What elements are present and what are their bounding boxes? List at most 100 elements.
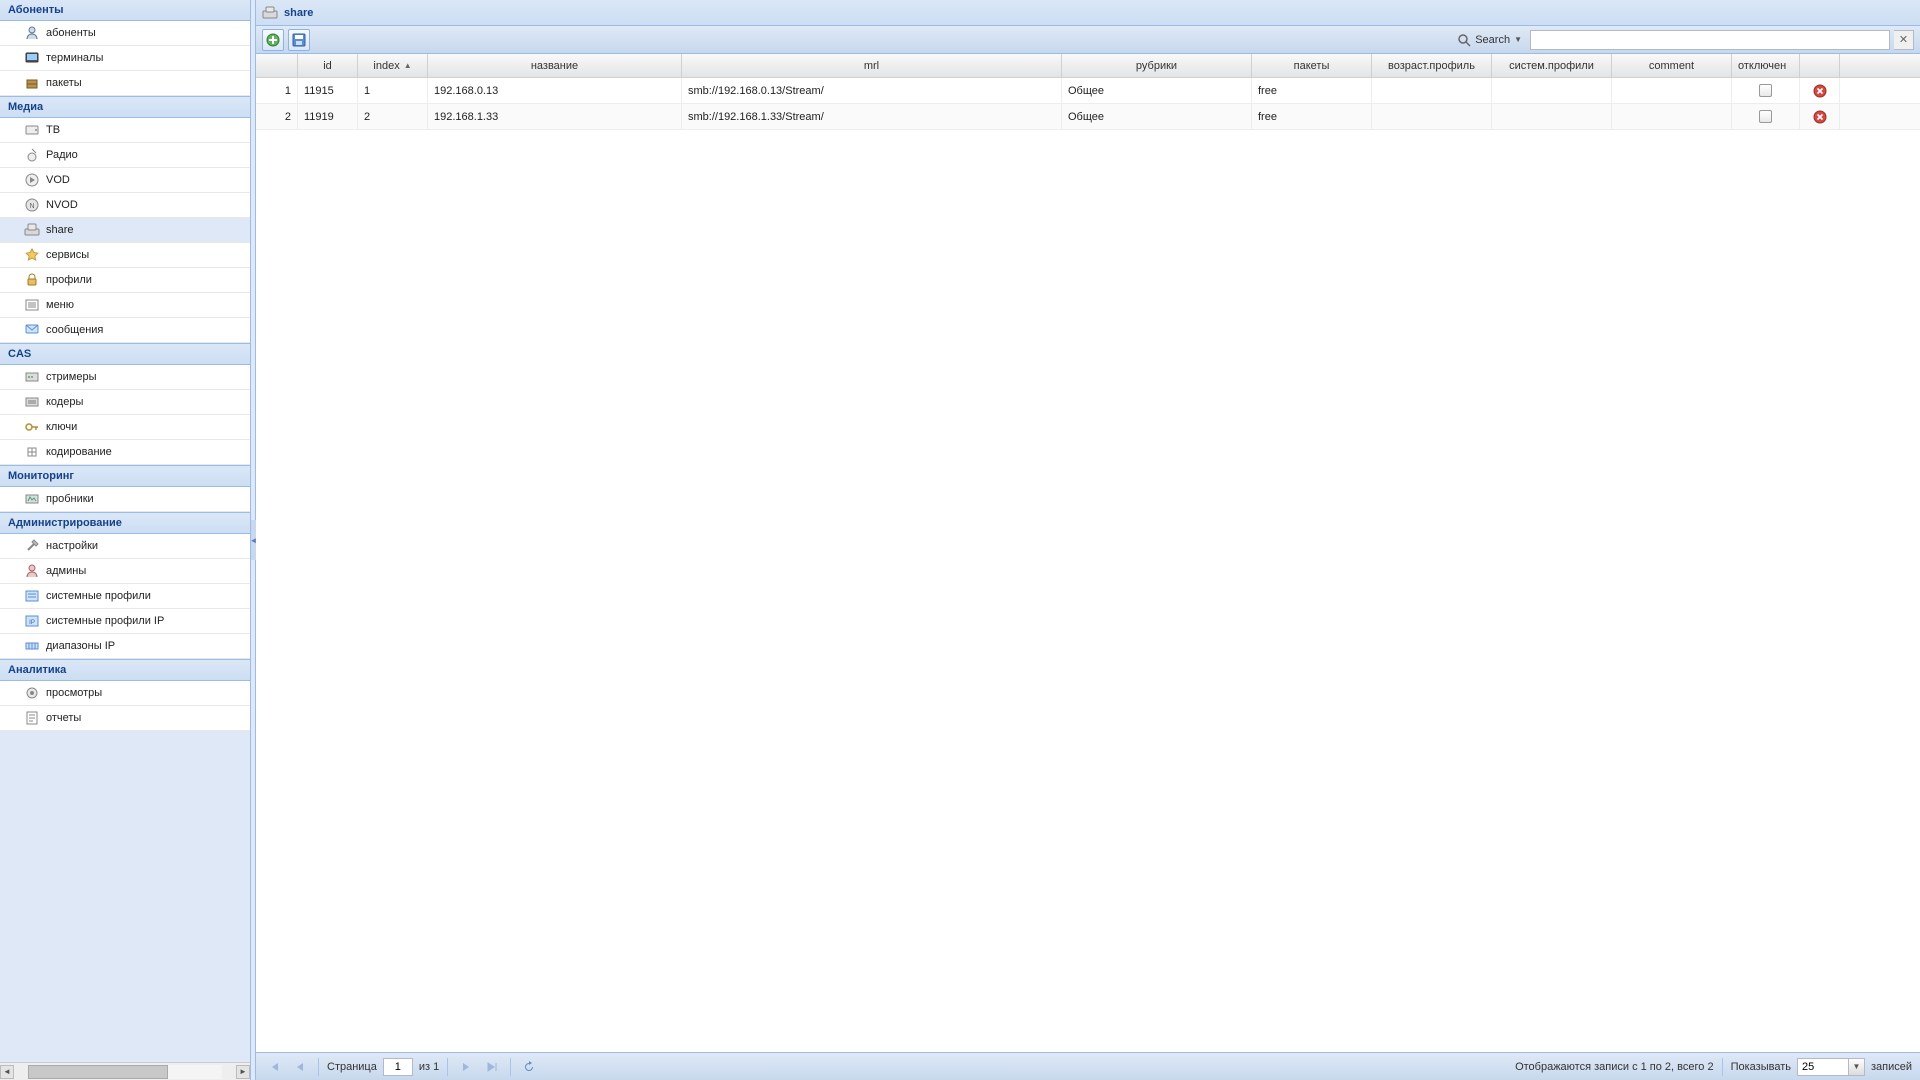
- cell-sys-profiles: [1492, 78, 1612, 103]
- sidebar-item-пакеты[interactable]: пакеты: [0, 71, 250, 96]
- plus-icon: [266, 33, 280, 47]
- col-packets[interactable]: пакеты: [1252, 54, 1372, 77]
- page-next-icon: [460, 1061, 472, 1073]
- sidebar-item-NVOD[interactable]: NNVOD: [0, 193, 250, 218]
- add-button[interactable]: [262, 29, 284, 51]
- col-name[interactable]: название: [428, 54, 682, 77]
- sidebar-item-пробники[interactable]: пробники: [0, 487, 250, 512]
- records-label: записей: [1871, 1061, 1912, 1073]
- col-disabled[interactable]: отключен: [1732, 54, 1800, 77]
- col-sys-profiles[interactable]: систем.профили: [1492, 54, 1612, 77]
- page-size-label: Показывать: [1731, 1061, 1791, 1073]
- page-last-button[interactable]: [482, 1057, 502, 1077]
- cell-index: 1: [358, 78, 428, 103]
- sidebar-group-header[interactable]: Мониторинг: [0, 465, 250, 487]
- sidebar-item-профили[interactable]: профили: [0, 268, 250, 293]
- sidebar-item-label: сообщения: [46, 324, 103, 336]
- share-icon: [24, 222, 40, 238]
- message-icon: [24, 322, 40, 338]
- sidebar-item-меню[interactable]: меню: [0, 293, 250, 318]
- search-icon: [1457, 33, 1471, 47]
- sidebar-item-label: стримеры: [46, 371, 97, 383]
- sort-asc-icon: ▲: [404, 61, 412, 70]
- sidebar-group-header[interactable]: Аналитика: [0, 659, 250, 681]
- search-menu-button[interactable]: Search ▼: [1453, 31, 1526, 49]
- page-size-dropdown[interactable]: ▼: [1849, 1058, 1865, 1076]
- page-prev-button[interactable]: [290, 1057, 310, 1077]
- save-button[interactable]: [288, 29, 310, 51]
- refresh-button[interactable]: [519, 1057, 539, 1077]
- cell-disabled[interactable]: [1732, 78, 1800, 103]
- cell-mrl: smb://192.168.0.13/Stream/: [682, 78, 1062, 103]
- col-age-profile[interactable]: возраст.профиль: [1372, 54, 1492, 77]
- main-panel: share Search ▼ ✕: [256, 0, 1920, 1080]
- sidebar-group-header[interactable]: CAS: [0, 343, 250, 365]
- sidebar-item-Радио[interactable]: Радио: [0, 143, 250, 168]
- delete-row-button[interactable]: [1800, 78, 1840, 103]
- scroll-thumb[interactable]: [28, 1065, 168, 1079]
- sidebar-item-системные-профили-IP[interactable]: IPсистемные профили IP: [0, 609, 250, 634]
- sidebar-item-настройки[interactable]: настройки: [0, 534, 250, 559]
- sidebar-item-кодеры[interactable]: кодеры: [0, 390, 250, 415]
- page-input[interactable]: [383, 1058, 413, 1076]
- splitter[interactable]: ◄: [251, 0, 256, 1080]
- sidebar-item-share[interactable]: share: [0, 218, 250, 243]
- display-msg: Отображаются записи с 1 по 2, всего 2: [1515, 1061, 1714, 1073]
- cell-disabled[interactable]: [1732, 104, 1800, 129]
- cell-packets: free: [1252, 78, 1372, 103]
- search-clear-button[interactable]: ✕: [1894, 30, 1914, 50]
- sidebar-item-стримеры[interactable]: стримеры: [0, 365, 250, 390]
- page-of-label: из 1: [419, 1061, 439, 1073]
- sysprofile-ip-icon: IP: [24, 613, 40, 629]
- sidebar-item-ключи[interactable]: ключи: [0, 415, 250, 440]
- sidebar-item-label: админы: [46, 565, 86, 577]
- sidebar-item-системные-профили[interactable]: системные профили: [0, 584, 250, 609]
- sidebar-item-абоненты[interactable]: абоненты: [0, 21, 250, 46]
- sidebar-item-label: терминалы: [46, 52, 103, 64]
- delete-row-button[interactable]: [1800, 104, 1840, 129]
- share-icon: [262, 5, 278, 21]
- sidebar-item-label: отчеты: [46, 712, 81, 724]
- page-size-input[interactable]: [1797, 1058, 1849, 1076]
- close-icon: ✕: [1899, 33, 1908, 46]
- search-input[interactable]: [1530, 30, 1890, 50]
- sysprofile-icon: [24, 588, 40, 604]
- scroll-left-arrow-icon[interactable]: ◄: [0, 1065, 14, 1079]
- sidebar-group-header[interactable]: Медиа: [0, 96, 250, 118]
- sidebar-item-кодирование[interactable]: кодирование: [0, 440, 250, 465]
- delete-icon: [1813, 110, 1827, 124]
- collapse-sidebar-icon[interactable]: ◄: [251, 520, 256, 560]
- settings-icon: [24, 538, 40, 554]
- col-comment[interactable]: comment: [1612, 54, 1732, 77]
- sidebar-item-сервисы[interactable]: сервисы: [0, 243, 250, 268]
- dropdown-caret-icon: ▼: [1514, 35, 1522, 44]
- col-rownum[interactable]: [256, 54, 298, 77]
- sidebar-item-ТВ[interactable]: ТВ: [0, 118, 250, 143]
- scroll-right-arrow-icon[interactable]: ►: [236, 1065, 250, 1079]
- col-index[interactable]: index▲: [358, 54, 428, 77]
- sidebar-item-label: пробники: [46, 493, 94, 505]
- page-next-button[interactable]: [456, 1057, 476, 1077]
- sidebar-h-scrollbar[interactable]: ◄ ►: [0, 1062, 250, 1080]
- cell-comment: [1612, 78, 1732, 103]
- col-mrl[interactable]: mrl: [682, 54, 1062, 77]
- table-row[interactable]: 1119151192.168.0.13smb://192.168.0.13/St…: [256, 78, 1920, 104]
- svg-text:IP: IP: [29, 620, 35, 626]
- col-rubrics[interactable]: рубрики: [1062, 54, 1252, 77]
- sidebar-item-терминалы[interactable]: терминалы: [0, 46, 250, 71]
- table-row[interactable]: 2119192192.168.1.33smb://192.168.1.33/St…: [256, 104, 1920, 130]
- sidebar-item-админы[interactable]: админы: [0, 559, 250, 584]
- sidebar-item-VOD[interactable]: VOD: [0, 168, 250, 193]
- sidebar-item-просмотры[interactable]: просмотры: [0, 681, 250, 706]
- checkbox-icon: [1759, 110, 1772, 123]
- col-id[interactable]: id: [298, 54, 358, 77]
- sidebar-item-сообщения[interactable]: сообщения: [0, 318, 250, 343]
- sidebar-item-label: Радио: [46, 149, 78, 161]
- sidebar-item-диапазоны-IP[interactable]: диапазоны IP: [0, 634, 250, 659]
- sidebar-group-header[interactable]: Абоненты: [0, 0, 250, 21]
- sidebar-item-label: кодеры: [46, 396, 83, 408]
- package-icon: [24, 75, 40, 91]
- sidebar-group-header[interactable]: Администрирование: [0, 512, 250, 534]
- sidebar-item-отчеты[interactable]: отчеты: [0, 706, 250, 731]
- page-first-button[interactable]: [264, 1057, 284, 1077]
